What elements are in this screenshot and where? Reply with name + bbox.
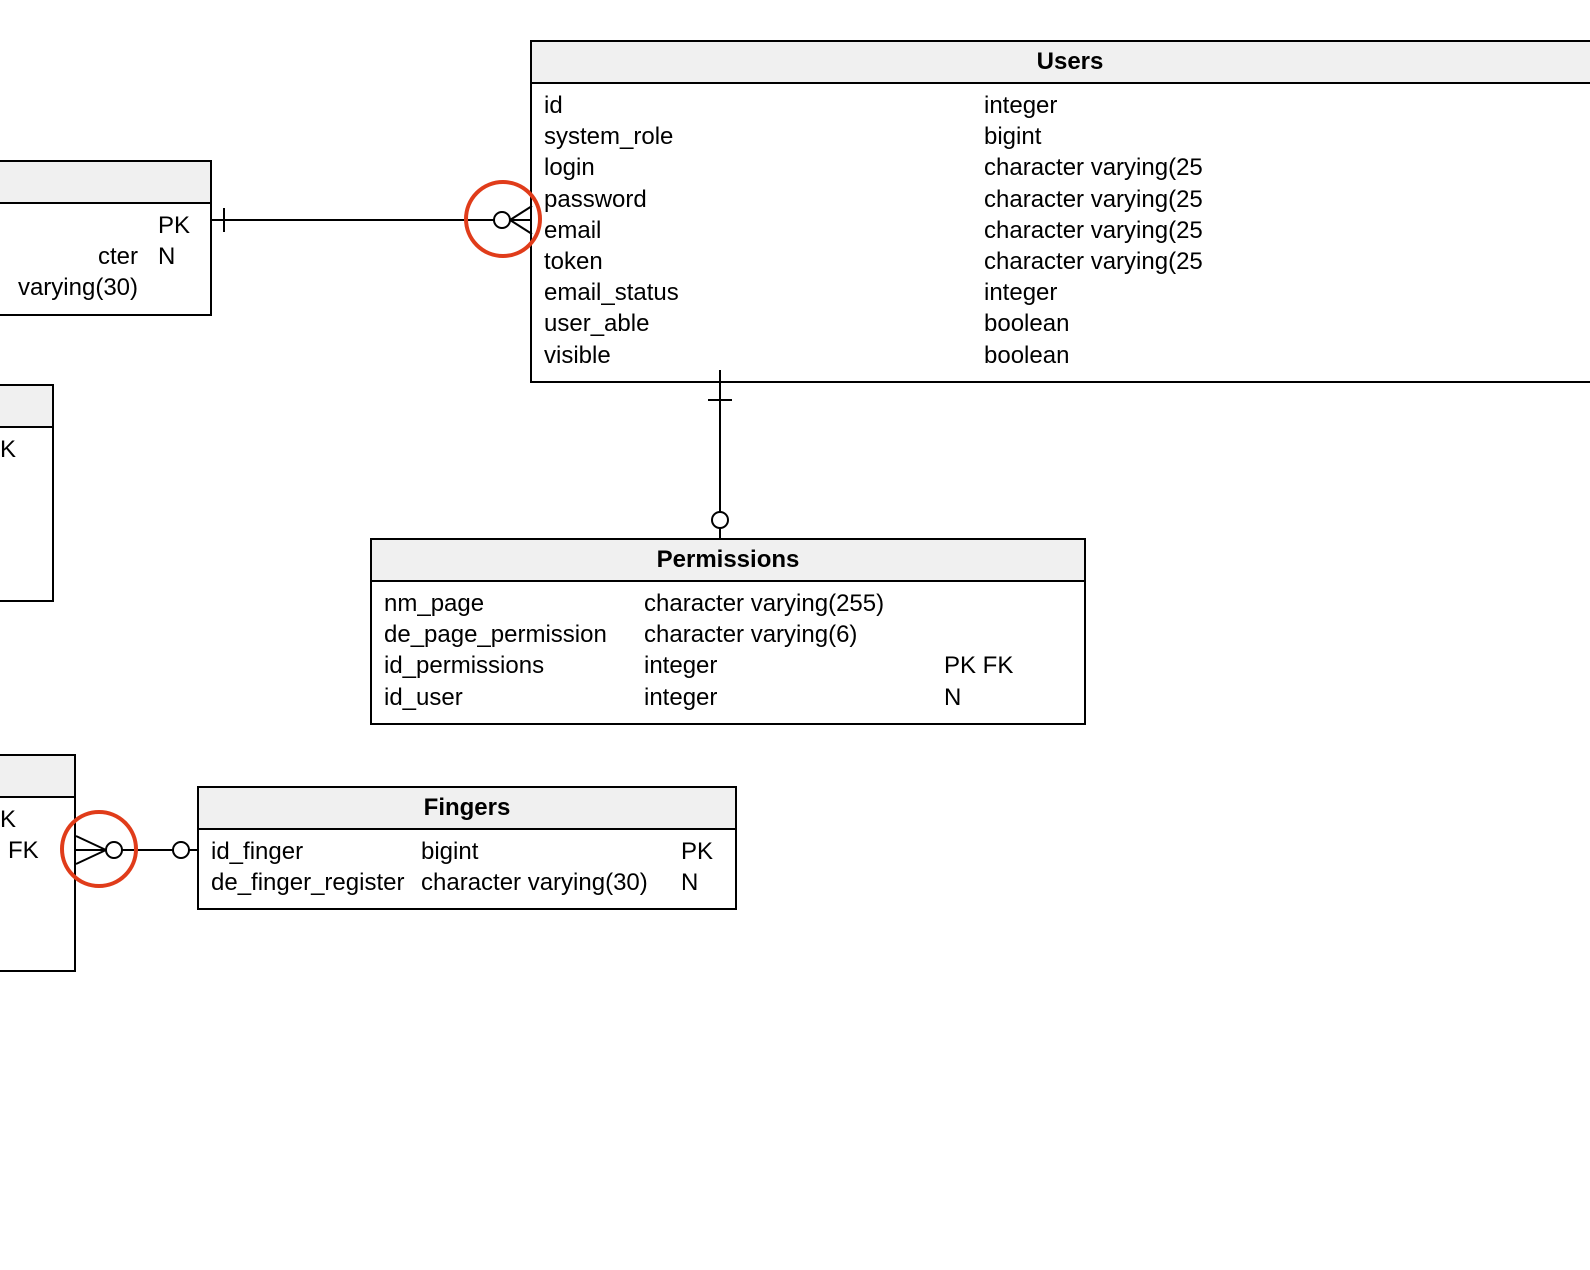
col-type: character varying(25 — [984, 215, 1223, 246]
col-name: nm_page — [384, 588, 644, 619]
col-name: user_able — [544, 308, 984, 339]
col-type: character varying(6) — [644, 619, 944, 650]
col-key: N — [0, 465, 40, 496]
col-name: id — [544, 90, 984, 121]
connector-toplefttousers — [212, 200, 532, 240]
col-key: N FK — [0, 835, 62, 866]
col-key: N — [158, 241, 198, 303]
col-key: N — [0, 898, 62, 929]
entity-fingers-title: Fingers — [199, 788, 735, 830]
entity-fingers: Fingers id_fingerbigintPK de_finger_regi… — [197, 786, 737, 910]
col-key: N — [0, 929, 62, 960]
entity-partial-body: PK N FK N N N — [0, 798, 74, 970]
col-type: character varying(255) — [644, 588, 944, 619]
col-type: integer — [984, 90, 1077, 121]
col-type: bigint — [984, 121, 1061, 152]
col-name: de_page_permission — [384, 619, 644, 650]
col-key: PK FK — [944, 650, 1013, 681]
col-key: PK — [158, 210, 198, 241]
col-type: boolean — [984, 308, 1089, 339]
col-name: email_status — [544, 277, 984, 308]
entity-users-body: idinteger system_rolebigint logincharact… — [532, 84, 1590, 381]
col-type: character varying(25 — [984, 184, 1223, 215]
col-name: token — [544, 246, 984, 277]
col-type — [0, 210, 158, 241]
entity-partial-mid-left: PK N N N N — [0, 384, 54, 602]
entity-users: Users idinteger system_rolebigint loginc… — [530, 40, 1590, 383]
entity-partial-header — [0, 756, 74, 798]
col-type: character varying(25 — [984, 246, 1223, 277]
entity-partial-body: PK cter varying(30)N — [0, 204, 210, 314]
col-type: character varying(25 — [984, 152, 1223, 183]
entity-permissions: Permissions nm_pagecharacter varying(255… — [370, 538, 1086, 725]
entity-fingers-body: id_fingerbigintPK de_finger_registerchar… — [199, 830, 735, 908]
col-type: boolean — [984, 340, 1089, 371]
col-type: integer — [644, 650, 944, 681]
connector-bottomleft-fingers — [76, 830, 198, 870]
col-type: integer — [644, 682, 944, 713]
col-key: N — [944, 682, 961, 713]
col-key: N — [681, 867, 698, 898]
col-type: character varying(30) — [421, 867, 681, 898]
col-key: N — [0, 866, 62, 897]
col-type: cter varying(30) — [0, 241, 158, 303]
entity-partial-header — [0, 386, 52, 428]
col-type: bigint — [421, 836, 681, 867]
col-key: N — [0, 528, 40, 559]
entity-partial-header — [0, 162, 210, 204]
entity-partial-bottom-left: PK N FK N N N — [0, 754, 76, 972]
col-name: de_finger_register — [211, 867, 421, 898]
col-name: password — [544, 184, 984, 215]
col-name: system_role — [544, 121, 984, 152]
entity-permissions-title: Permissions — [372, 540, 1084, 582]
col-key: PK — [0, 804, 62, 835]
col-key: PK — [0, 434, 40, 465]
col-key: PK — [681, 836, 713, 867]
col-key: N — [0, 559, 40, 590]
col-name: login — [544, 152, 984, 183]
col-name: visible — [544, 340, 984, 371]
entity-permissions-body: nm_pagecharacter varying(255) de_page_pe… — [372, 582, 1084, 723]
col-key: N — [0, 496, 40, 527]
entity-users-title: Users — [532, 42, 1590, 84]
entity-partial-top-left: PK cter varying(30)N — [0, 160, 212, 316]
entity-partial-body: PK N N N N — [0, 428, 52, 600]
col-type: integer — [984, 277, 1077, 308]
col-name: id_user — [384, 682, 644, 713]
connector-users-permissions — [700, 370, 740, 540]
col-name: id_permissions — [384, 650, 644, 681]
col-name: id_finger — [211, 836, 421, 867]
col-name: email — [544, 215, 984, 246]
